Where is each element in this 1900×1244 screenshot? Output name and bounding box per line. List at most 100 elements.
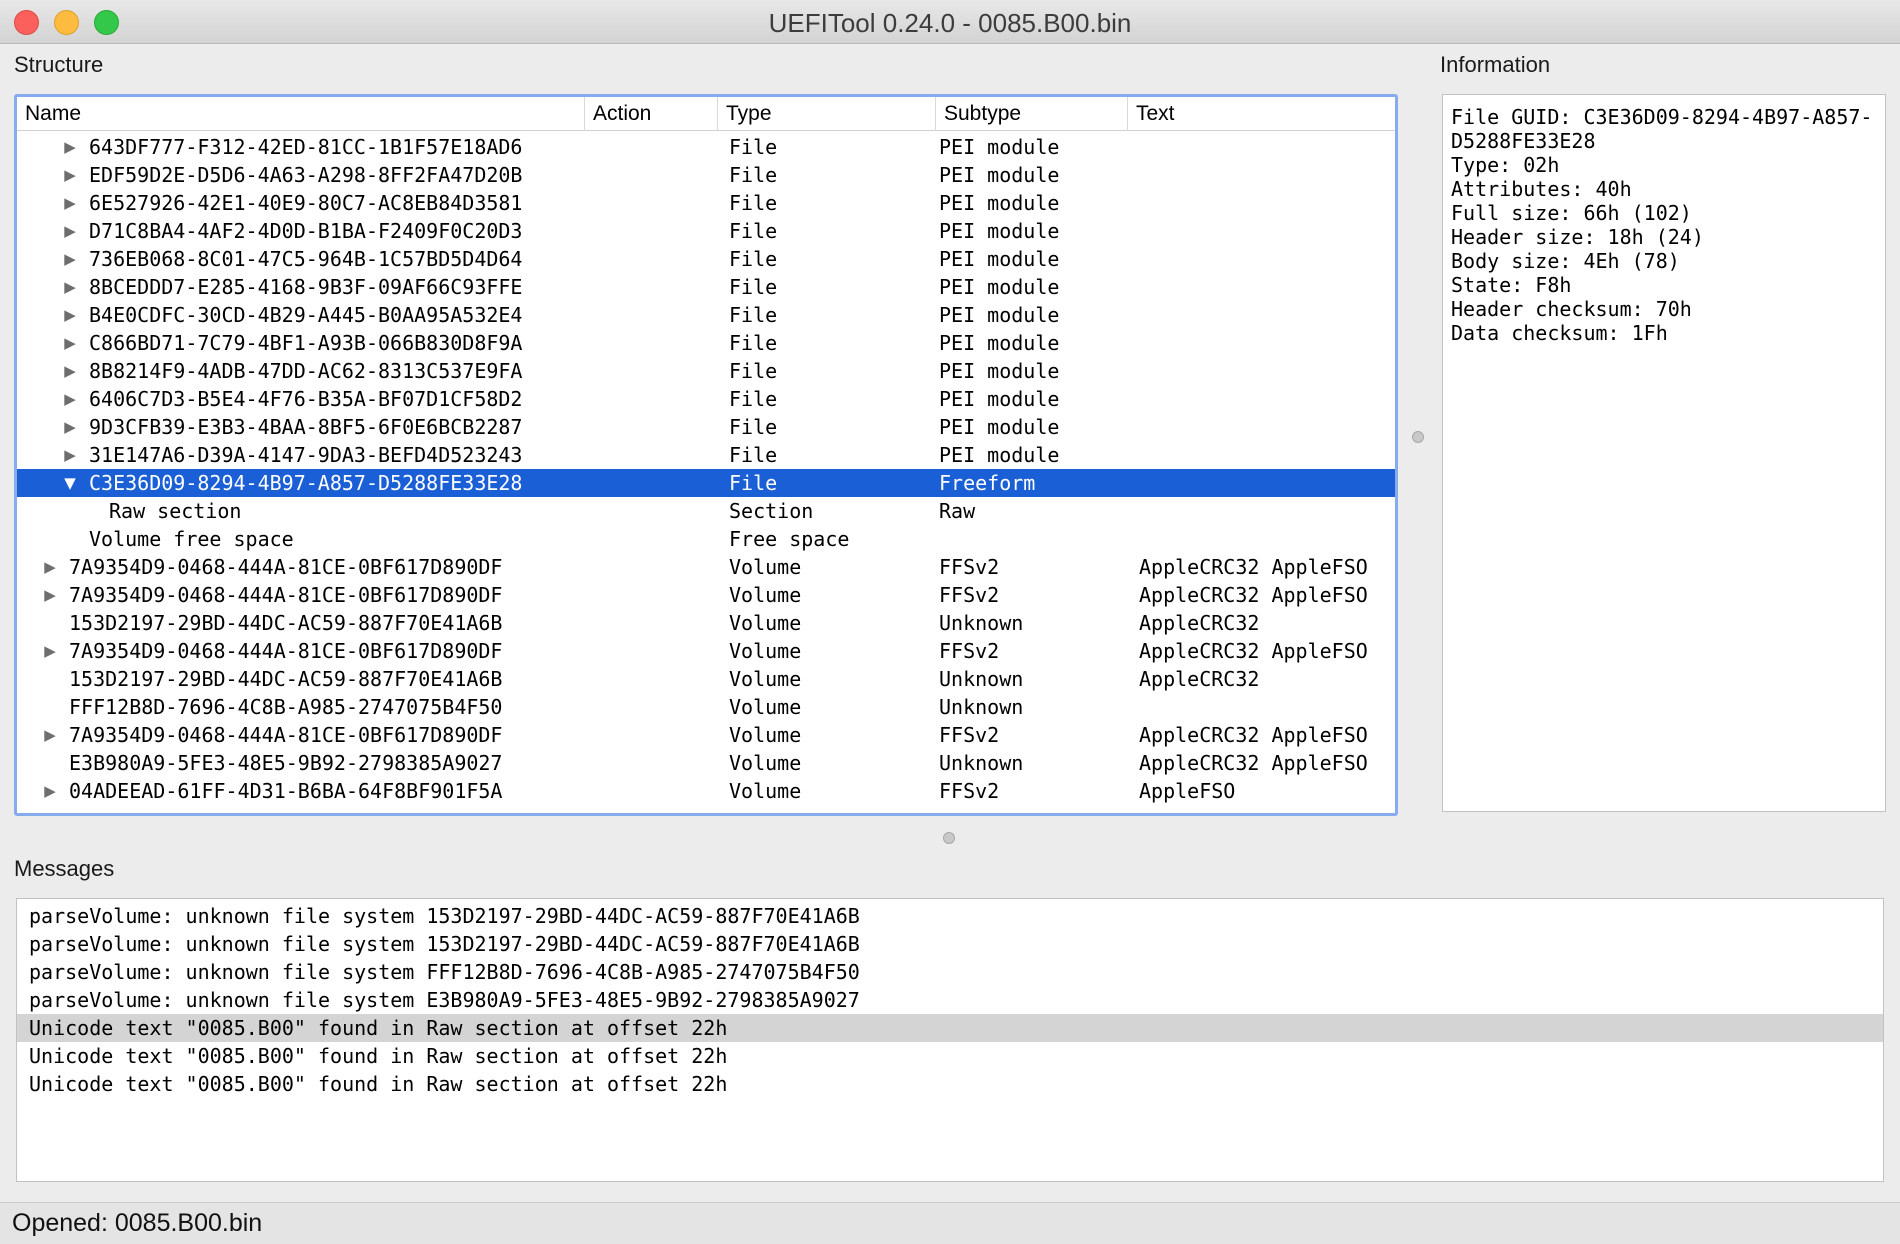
tree-cell-subtype: Unknown [939, 695, 1024, 719]
information-panel: File GUID: C3E36D09-8294-4B97-A857-D5288… [1442, 94, 1886, 812]
messages-panel[interactable]: parseVolume: unknown file system 153D219… [16, 898, 1884, 1182]
tree-cell-type: Volume [729, 695, 802, 719]
collapsed-arrow-icon[interactable]: ▶ [61, 357, 79, 385]
tree-cell-name: 9D3CFB39-E3B3-4BAA-8BF5-6F0E6BCB2287 [89, 415, 523, 439]
tree-row[interactable]: Volume free space Free space [17, 525, 1395, 553]
message-item[interactable]: Unicode text "0085.B00" found in Raw sec… [17, 1014, 1883, 1042]
tree-cell-name: 153D2197-29BD-44DC-AC59-887F70E41A6B [69, 667, 503, 691]
tree-cell-type: Volume [729, 723, 802, 747]
collapsed-arrow-icon[interactable]: ▶ [61, 301, 79, 329]
collapsed-arrow-icon[interactable]: ▶ [61, 189, 79, 217]
tree-cell-name: 153D2197-29BD-44DC-AC59-887F70E41A6B [69, 611, 503, 635]
tree-row[interactable]: ▶ 736EB068-8C01-47C5-964B-1C57BD5D4D64 Fil… [17, 245, 1395, 273]
collapsed-arrow-icon[interactable]: ▶ [41, 637, 59, 665]
tree-cell-subtype: Unknown [939, 751, 1024, 775]
tree-cell-subtype: FFSv2 [939, 555, 1000, 579]
tree-cell-subtype: FFSv2 [939, 639, 1000, 663]
collapsed-arrow-icon[interactable]: ▶ [41, 581, 59, 609]
tree-cell-type: Volume [729, 555, 802, 579]
tree-cell-name: Volume free space [89, 527, 294, 551]
tree-cell-subtype: PEI module [939, 387, 1060, 411]
expanded-arrow-icon[interactable]: ▼ [61, 469, 79, 497]
collapsed-arrow-icon[interactable]: ▶ [61, 161, 79, 189]
tree-row[interactable]: ▶ D71C8BA4-4AF2-4D0D-B1BA-F2409F0C20D3 Fil… [17, 217, 1395, 245]
tree-row[interactable]: ▶ EDF59D2E-D5D6-4A63-A298-8FF2FA47D20B Fil… [17, 161, 1395, 189]
collapsed-arrow-icon[interactable]: ▶ [61, 273, 79, 301]
tree-row[interactable]: ▶ 7A9354D9-0468-444A-81CE-0BF617D890DF Vol… [17, 721, 1395, 749]
status-bar: Opened: 0085.B00.bin [0, 1202, 1900, 1244]
app-window: UEFITool 0.24.0 - 0085.B00.bin Structure… [0, 0, 1900, 1244]
tree-cell-subtype: PEI module [939, 359, 1060, 383]
tree-cell-type: File [729, 275, 778, 299]
tree-row[interactable]: ▶ 9D3CFB39-E3B3-4BAA-8BF5-6F0E6BCB2287 Fil… [17, 413, 1395, 441]
structure-tree[interactable]: Name Action Type Subtype Text ▶ 643DF777-… [14, 94, 1398, 816]
vertical-splitter-handle[interactable] [1412, 431, 1424, 443]
tree-row[interactable]: 153D2197-29BD-44DC-AC59-887F70E41A6B Volu… [17, 665, 1395, 693]
tree-cell-text: AppleCRC32 AppleFSO [1139, 583, 1368, 607]
tree-row[interactable]: ▶ B4E0CDFC-30CD-4B29-A445-B0AA95A532E4 Fil… [17, 301, 1395, 329]
message-item[interactable]: parseVolume: unknown file system 153D219… [17, 930, 1883, 958]
tree-row[interactable]: E3B980A9-5FE3-48E5-9B92-2798385A9027 Volu… [17, 749, 1395, 777]
collapsed-arrow-icon[interactable]: ▶ [61, 413, 79, 441]
status-text: Opened: 0085.B00.bin [12, 1209, 263, 1237]
tree-cell-name: 736EB068-8C01-47C5-964B-1C57BD5D4D64 [89, 247, 523, 271]
collapsed-arrow-icon[interactable]: ▶ [41, 721, 59, 749]
column-header-subtype[interactable]: Subtype [936, 97, 1128, 131]
column-header-name[interactable]: Name [17, 97, 585, 131]
tree-row[interactable]: ▶ 6E527926-42E1-40E9-80C7-AC8EB84D3581 Fil… [17, 189, 1395, 217]
tree-cell-subtype: PEI module [939, 135, 1060, 159]
column-header-text[interactable]: Text [1128, 97, 1395, 131]
message-item[interactable]: parseVolume: unknown file system E3B980A… [17, 986, 1883, 1014]
tree-cell-text: AppleCRC32 AppleFSO [1139, 555, 1368, 579]
tree-row[interactable]: ▶ 04ADEEAD-61FF-4D31-B6BA-64F8BF901F5A Vol… [17, 777, 1395, 805]
tree-row[interactable]: FFF12B8D-7696-4C8B-A985-2747075B4F50 Volu… [17, 693, 1395, 721]
messages-list: parseVolume: unknown file system 153D219… [17, 899, 1883, 1098]
tree-row[interactable]: ▶ 8BCEDDD7-E285-4168-9B3F-09AF66C93FFE Fil… [17, 273, 1395, 301]
collapsed-arrow-icon[interactable]: ▶ [61, 217, 79, 245]
tree-row[interactable]: ▶ 6406C7D3-B5E4-4F76-B35A-BF07D1CF58D2 Fil… [17, 385, 1395, 413]
tree-cell-name: 8B8214F9-4ADB-47DD-AC62-8313C537E9FA [89, 359, 523, 383]
tree-cell-type: Volume [729, 639, 802, 663]
tree-row[interactable]: ▶ 31E147A6-D39A-4147-9DA3-BEFD4D523243 Fil… [17, 441, 1395, 469]
message-item[interactable]: Unicode text "0085.B00" found in Raw sec… [17, 1070, 1883, 1098]
tree-row[interactable]: ▶ 8B8214F9-4ADB-47DD-AC62-8313C537E9FA Fil… [17, 357, 1395, 385]
horizontal-splitter-handle[interactable] [943, 832, 955, 844]
tree-cell-type: File [729, 163, 778, 187]
tree-row[interactable]: 153D2197-29BD-44DC-AC59-887F70E41A6B Volu… [17, 609, 1395, 637]
tree-cell-type: File [729, 443, 778, 467]
tree-cell-type: Volume [729, 667, 802, 691]
collapsed-arrow-icon[interactable]: ▶ [41, 553, 59, 581]
tree-row[interactable]: ▼ C3E36D09-8294-4B97-A857-D5288FE33E28 Fil… [17, 469, 1395, 497]
tree-cell-name: EDF59D2E-D5D6-4A63-A298-8FF2FA47D20B [89, 163, 523, 187]
collapsed-arrow-icon[interactable]: ▶ [61, 329, 79, 357]
tree-row[interactable]: ▶ 7A9354D9-0468-444A-81CE-0BF617D890DF Vol… [17, 553, 1395, 581]
tree-row[interactable]: ▶ 7A9354D9-0468-444A-81CE-0BF617D890DF Vol… [17, 637, 1395, 665]
tree-cell-type: File [729, 359, 778, 383]
tree-row[interactable]: ▶ C866BD71-7C79-4BF1-A93B-066B830D8F9A Fil… [17, 329, 1395, 357]
tree-cell-subtype: FFSv2 [939, 779, 1000, 803]
tree-cell-subtype: Unknown [939, 667, 1024, 691]
collapsed-arrow-icon[interactable]: ▶ [61, 385, 79, 413]
tree-cell-text: AppleCRC32 [1139, 667, 1260, 691]
collapsed-arrow-icon[interactable]: ▶ [41, 777, 59, 805]
tree-cell-name: Raw section [109, 499, 242, 523]
tree-cell-name: 6406C7D3-B5E4-4F76-B35A-BF07D1CF58D2 [89, 387, 523, 411]
tree-header: Name Action Type Subtype Text [17, 97, 1395, 131]
tree-row[interactable]: ▶ 643DF777-F312-42ED-81CC-1B1F57E18AD6 Fil… [17, 133, 1395, 161]
tree-cell-subtype: Freeform [939, 471, 1036, 495]
tree-cell-type: File [729, 191, 778, 215]
message-item[interactable]: parseVolume: unknown file system FFF12B8… [17, 958, 1883, 986]
column-header-action[interactable]: Action [585, 97, 718, 131]
tree-cell-type: File [729, 135, 778, 159]
collapsed-arrow-icon[interactable]: ▶ [61, 245, 79, 273]
tree-row[interactable]: Raw section Section Raw [17, 497, 1395, 525]
tree-row[interactable]: ▶ 7A9354D9-0468-444A-81CE-0BF617D890DF Vol… [17, 581, 1395, 609]
tree-cell-name: 8BCEDDD7-E285-4168-9B3F-09AF66C93FFE [89, 275, 523, 299]
collapsed-arrow-icon[interactable]: ▶ [61, 441, 79, 469]
message-item[interactable]: Unicode text "0085.B00" found in Raw sec… [17, 1042, 1883, 1070]
column-header-type[interactable]: Type [718, 97, 936, 131]
tree-cell-subtype: PEI module [939, 219, 1060, 243]
tree-cell-text: AppleCRC32 [1139, 611, 1260, 635]
collapsed-arrow-icon[interactable]: ▶ [61, 133, 79, 161]
message-item[interactable]: parseVolume: unknown file system 153D219… [17, 902, 1883, 930]
